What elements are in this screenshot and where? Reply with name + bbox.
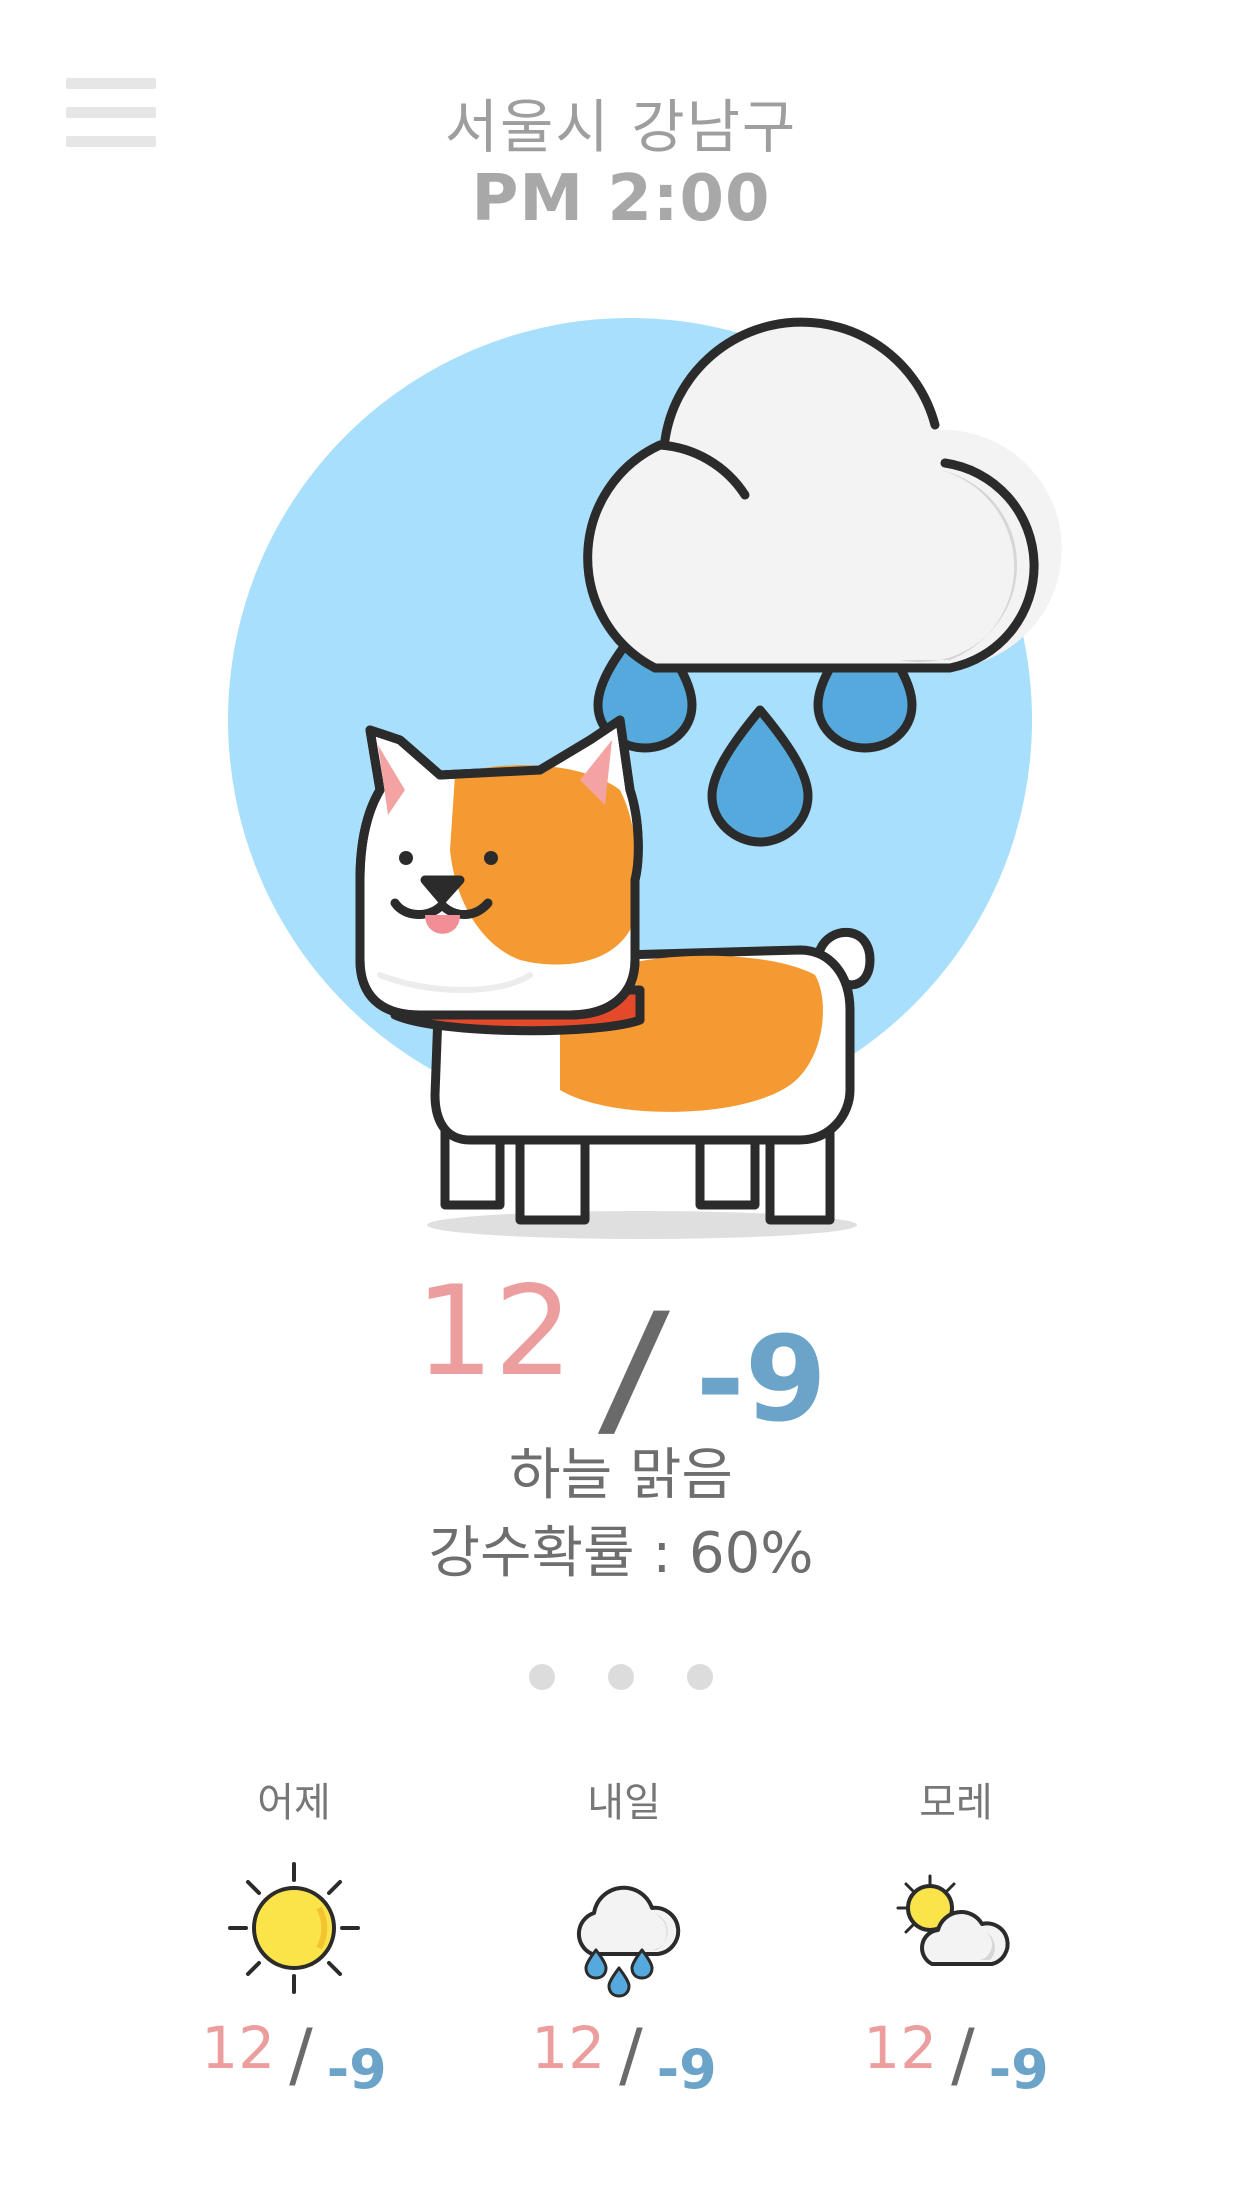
page-dot-1[interactable] xyxy=(528,1664,555,1690)
forecast-low-temp: -9 xyxy=(326,2038,387,2101)
forecast-tomorrow[interactable]: 내일 12/-9 xyxy=(474,1770,774,2101)
forecast-day-after[interactable]: 모레 12/-9 xyxy=(806,1770,1106,2101)
forecast-day-label: 어제 xyxy=(257,1780,331,1826)
weather-description: 하늘 맑음 xyxy=(509,1443,733,1508)
current-high-temp: 12 xyxy=(415,1260,573,1404)
forecast-high-temp: 12 xyxy=(863,2014,938,2082)
forecast-day-label: 모레 xyxy=(919,1780,993,1826)
forecast-high-temp: 12 xyxy=(201,2014,276,2082)
page-indicator xyxy=(0,1664,1242,1694)
rain-chance: 강수확률 : 60% xyxy=(428,1521,814,1586)
sun-icon xyxy=(228,1862,360,1994)
forecast-low-temp: -9 xyxy=(988,2038,1049,2101)
page-dot-2[interactable] xyxy=(608,1664,634,1690)
forecast-low-temp: -9 xyxy=(656,2038,717,2101)
forecast-high-temp: 12 xyxy=(531,2014,606,2082)
current-temperature: 12/-9 xyxy=(0,1250,1242,1456)
forecast-yesterday[interactable]: 어제 12/-9 xyxy=(144,1770,444,2101)
weather-illustration xyxy=(228,317,1062,1239)
current-low-temp: -9 xyxy=(695,1310,827,1448)
partly-cloudy-icon xyxy=(896,1874,1010,1966)
forecast-day-label: 내일 xyxy=(587,1780,661,1826)
rain-cloud-icon xyxy=(576,1885,681,1998)
page-dot-3[interactable] xyxy=(687,1664,714,1690)
